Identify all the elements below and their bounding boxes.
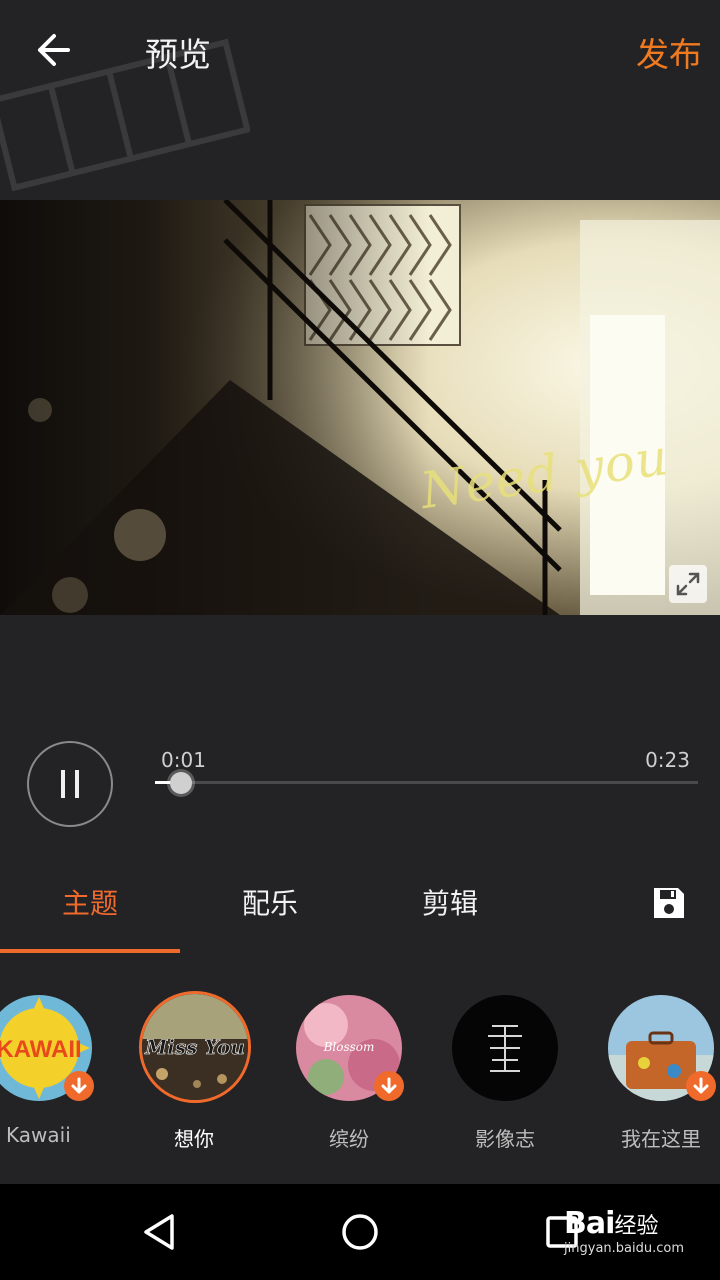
miss-you-cover-text: Miss You: [144, 1035, 245, 1059]
page-title: 预览: [145, 35, 211, 74]
theme-label: 缤纷: [329, 1127, 369, 1151]
theme-cover-miss-you: Miss You: [139, 991, 251, 1103]
save-icon[interactable]: [650, 884, 688, 922]
nav-home-icon[interactable]: [338, 1210, 382, 1254]
header: 预览 发布: [0, 0, 720, 192]
app-root: 预览 发布 Need you 0:01 0:23 主题 配乐 剪辑 KAWAII…: [0, 0, 720, 1280]
theme-label: 影像志: [475, 1127, 535, 1151]
watermark: Bai经验 jingyan.baidu.com: [564, 1206, 684, 1256]
watermark-url: jingyan.baidu.com: [564, 1241, 684, 1256]
current-time: 0:01: [161, 748, 206, 772]
tab-edit[interactable]: 剪辑: [360, 882, 540, 922]
theme-label: Kawaii: [6, 1123, 71, 1147]
tab-music[interactable]: 配乐: [180, 882, 360, 922]
progress-thumb[interactable]: [170, 772, 192, 794]
fullscreen-icon[interactable]: [669, 565, 707, 603]
total-time: 0:23: [645, 748, 690, 772]
progress-track[interactable]: [155, 781, 698, 784]
theme-label: 想你: [174, 1127, 214, 1151]
edit-tabs: 主题 配乐 剪辑: [0, 860, 720, 955]
download-icon[interactable]: [374, 1071, 404, 1101]
download-icon[interactable]: [686, 1071, 716, 1101]
download-icon[interactable]: [64, 1071, 94, 1101]
blossom-cover-text: Blossom: [323, 1040, 375, 1054]
theme-label: 我在这里: [621, 1127, 701, 1151]
theme-cover-yingxiangzhi: [452, 995, 558, 1101]
pause-icon: [61, 770, 65, 798]
video-preview[interactable]: Need you: [0, 200, 720, 615]
nav-back-icon[interactable]: [138, 1210, 182, 1254]
system-nav-bar: Bai经验 jingyan.baidu.com: [0, 1184, 720, 1280]
pause-button[interactable]: [27, 741, 113, 827]
watermark-brand: Bai: [564, 1206, 615, 1241]
video-frame: [0, 200, 720, 615]
back-arrow-icon[interactable]: [30, 28, 78, 72]
kawaii-cover-text: KAWAII: [0, 1036, 82, 1063]
tab-theme[interactable]: 主题: [0, 882, 180, 922]
publish-button[interactable]: 发布: [636, 28, 702, 76]
watermark-suffix: 经验: [614, 1214, 659, 1239]
active-tab-indicator: [0, 949, 180, 953]
theme-list: KAWAII Kawaii Miss You 想你 Blossom 缤纷 影像志…: [0, 985, 720, 1165]
